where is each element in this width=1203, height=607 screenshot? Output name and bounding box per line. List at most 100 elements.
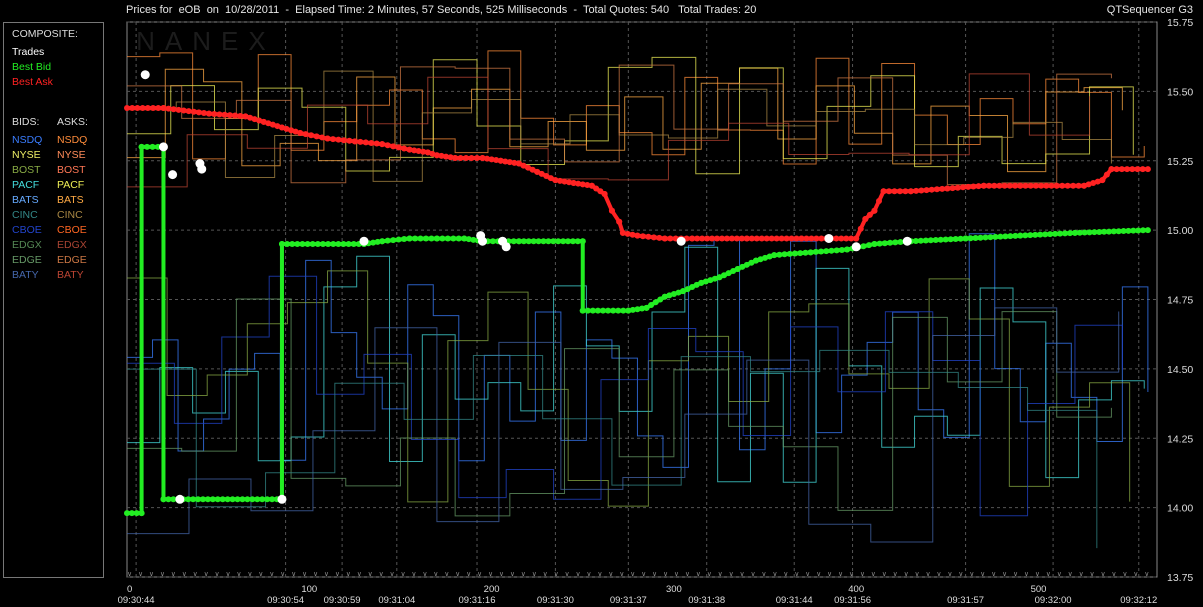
- series-point: [616, 218, 623, 225]
- series-point: [1103, 171, 1110, 178]
- bottom-tick-mark: ∨: [685, 570, 690, 578]
- bottom-tick-mark: ∨: [1046, 570, 1051, 578]
- series-point: [807, 249, 814, 256]
- series-point: [278, 241, 285, 247]
- series-point: [335, 241, 342, 247]
- bottom-tick-mark: ∨: [138, 570, 143, 578]
- bottom-tick-mark: ∨: [597, 570, 602, 578]
- bottom-tick-mark: ∨: [171, 570, 176, 578]
- bottom-tick-mark: ∨: [838, 570, 843, 578]
- bottom-tick-mark: ∨: [947, 570, 952, 578]
- series-point: [650, 234, 657, 241]
- bottom-tick-mark: ∨: [630, 570, 635, 578]
- series-point: [965, 183, 972, 190]
- series-point: [608, 207, 615, 214]
- series-point: [463, 154, 470, 161]
- series-point: [949, 185, 956, 192]
- y-tick-label: 14.50: [1167, 364, 1193, 376]
- bottom-tick-mark: ∨: [236, 570, 241, 578]
- x-tick-label: 200: [484, 584, 500, 595]
- series-point: [180, 107, 187, 114]
- trade-point: [175, 494, 185, 504]
- bottom-tick-mark: ∨: [258, 570, 263, 578]
- time-label: 09:31:56: [834, 595, 871, 606]
- bottom-tick-mark: ∨: [269, 570, 274, 578]
- series-point: [786, 250, 793, 257]
- series-point: [802, 249, 809, 256]
- bottom-tick-mark: ∨: [193, 570, 198, 578]
- series-point: [452, 154, 459, 161]
- series-point: [918, 187, 925, 194]
- x-tick-label: 100: [301, 584, 317, 595]
- series-point: [129, 105, 136, 112]
- trade-point: [501, 242, 511, 252]
- x-tick-label: 0: [127, 584, 132, 595]
- series-point: [1075, 182, 1082, 189]
- bottom-tick-mark: ∨: [280, 570, 285, 578]
- series-point: [1001, 182, 1008, 189]
- series-point: [395, 236, 402, 243]
- series-point: [857, 225, 864, 232]
- series-point: [579, 238, 586, 245]
- series-point: [232, 112, 239, 119]
- series-point: [656, 234, 663, 241]
- series-point: [319, 241, 326, 247]
- bottom-tick-mark: ∨: [860, 570, 865, 578]
- bottom-tick-mark: ∨: [696, 570, 701, 578]
- trade-point: [168, 170, 178, 180]
- series-point: [1144, 166, 1151, 173]
- series-point: [144, 105, 151, 112]
- bottom-tick-mark: ∨: [532, 570, 537, 578]
- series-point: [401, 236, 408, 243]
- bottom-tick-mark: ∨: [915, 570, 920, 578]
- bottom-tick-mark: ∨: [182, 570, 187, 578]
- series-point: [149, 143, 156, 150]
- bottom-tick-mark: ∨: [750, 570, 755, 578]
- series-point: [165, 105, 172, 112]
- series-point: [439, 235, 446, 242]
- bottom-tick-mark: ∨: [302, 570, 307, 578]
- series-point: [818, 248, 825, 255]
- bottom-tick-mark: ∨: [904, 570, 909, 578]
- bottom-tick-mark: ∨: [794, 570, 799, 578]
- series-point: [308, 132, 315, 139]
- bottom-tick-mark: ∨: [1144, 570, 1149, 578]
- series-point: [417, 235, 424, 242]
- series-point: [865, 242, 872, 249]
- series-point: [134, 105, 141, 112]
- time-label: 09:31:57: [947, 595, 984, 606]
- price-chart: NANEX 15.75 15.50 15.25 15.00 14.75 14.50 14.25…: [118, 17, 1194, 606]
- series-point: [294, 241, 301, 247]
- series-point: [862, 216, 869, 223]
- bottom-tick-mark: ∨: [871, 570, 876, 578]
- bottom-tick-mark: ∨: [1100, 570, 1105, 578]
- series-point: [1027, 182, 1034, 189]
- trade-point: [676, 236, 686, 246]
- bottom-tick-mark: ∨: [925, 570, 930, 578]
- series-point: [450, 235, 457, 242]
- series-point: [986, 182, 993, 189]
- series-point: [1139, 166, 1146, 173]
- series-point: [340, 137, 347, 144]
- time-label: 09:30:54: [267, 595, 304, 606]
- bottom-tick-mark: ∨: [127, 570, 132, 578]
- series-point: [216, 111, 223, 118]
- bottom-tick-mark: ∨: [849, 570, 854, 578]
- series-point: [980, 182, 987, 189]
- series-point: [510, 238, 517, 245]
- bottom-tick-mark: ∨: [1133, 570, 1138, 578]
- bottom-tick-mark: ∨: [772, 570, 777, 578]
- series-point: [351, 138, 358, 145]
- bottom-tick-mark: ∨: [521, 570, 526, 578]
- trade-point: [140, 70, 150, 80]
- series-point: [1017, 182, 1024, 189]
- series-point: [206, 110, 213, 117]
- series-point: [346, 137, 353, 144]
- bottom-tick-mark: ∨: [543, 570, 548, 578]
- bottom-tick-mark: ∨: [575, 570, 580, 578]
- bottom-tick-mark: ∨: [510, 570, 515, 578]
- series-point: [150, 105, 157, 112]
- series-point: [902, 188, 909, 195]
- series-point: [314, 241, 321, 247]
- series-point: [1113, 166, 1120, 173]
